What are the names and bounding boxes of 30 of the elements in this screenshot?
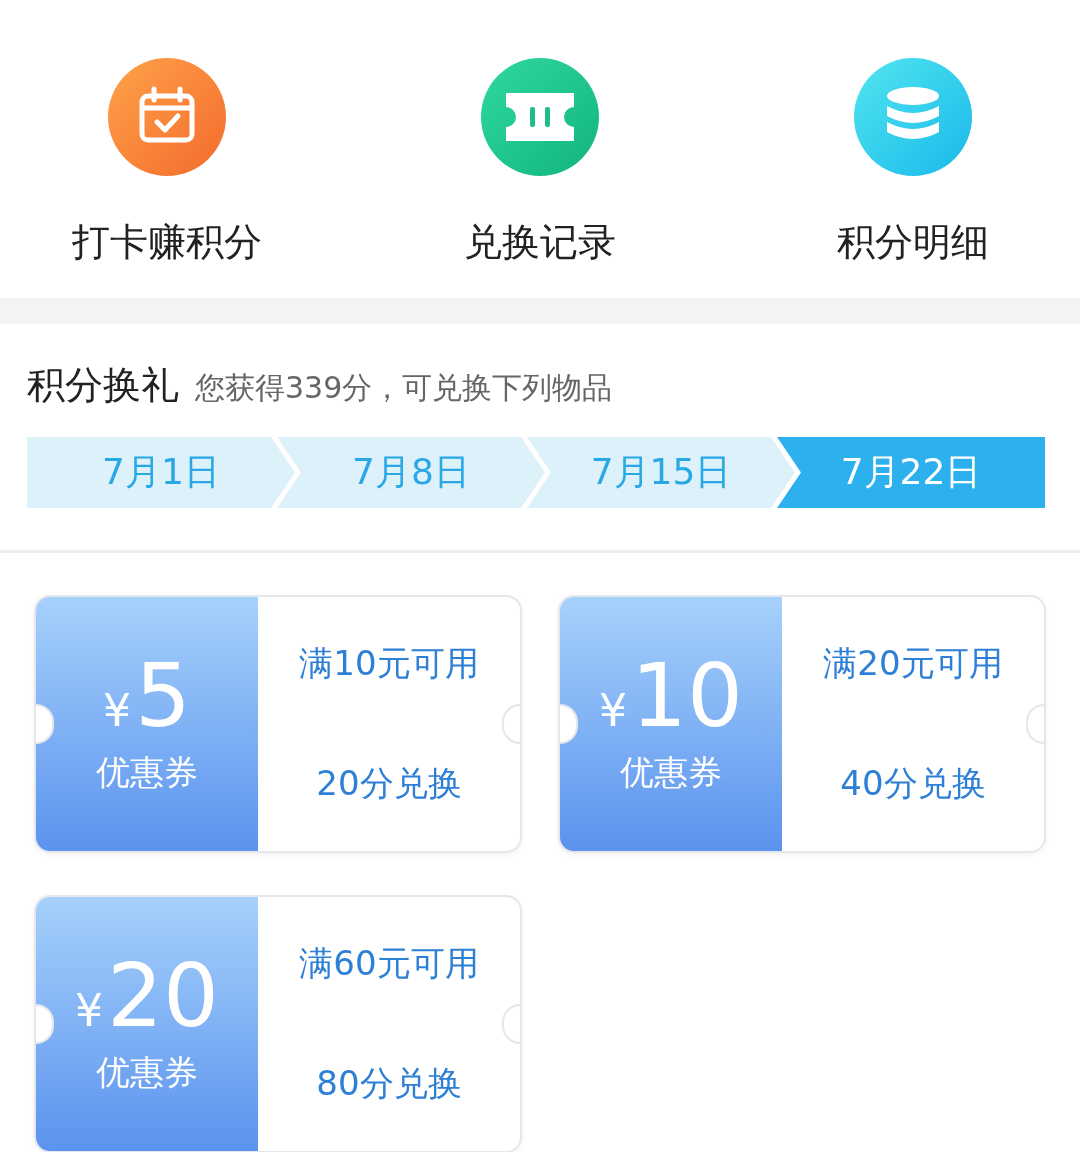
shortcut-label[interactable]: 兑换记录: [464, 222, 616, 264]
date-tab[interactable]: 7月8日: [277, 437, 545, 508]
coupon-notch: [1026, 704, 1044, 744]
coupon-name: 优惠券: [620, 751, 722, 794]
coupon-amount: 10: [631, 652, 743, 740]
coupon-card[interactable]: ¥20 优惠券 满60元可用 80分兑换: [34, 895, 522, 1152]
currency-symbol: ¥: [75, 985, 103, 1036]
coupon-cost[interactable]: 80分兑换: [316, 1061, 462, 1107]
points-summary: 您获得339分，可兑换下列物品: [195, 369, 613, 407]
coupon-card[interactable]: ¥5 优惠券 满10元可用 20分兑换: [34, 595, 522, 853]
coupon-cost[interactable]: 20分兑换: [316, 761, 462, 807]
shortcut-label[interactable]: 打卡赚积分: [71, 222, 262, 264]
coupon-amount: 5: [135, 652, 191, 740]
coupon-notch: [502, 704, 520, 744]
date-tab[interactable]: 7月15日: [527, 437, 795, 508]
coupon-name: 优惠券: [96, 1051, 198, 1094]
coupon-condition: 满20元可用: [823, 642, 1003, 685]
section-title: 积分换礼: [27, 362, 179, 409]
coupon-condition: 满10元可用: [299, 642, 479, 685]
date-tab[interactable]: 7月1日: [27, 437, 295, 508]
currency-symbol: ¥: [599, 685, 627, 736]
currency-symbol: ¥: [103, 685, 131, 736]
coupon-card[interactable]: ¥10 优惠券 满20元可用 40分兑换: [558, 595, 1046, 853]
coupon-amount: 20: [107, 952, 219, 1040]
coupon-notch: [502, 1004, 520, 1044]
shortcut-label[interactable]: 积分明细: [837, 222, 990, 264]
coupon-condition: 满60元可用: [299, 942, 479, 985]
date-tab[interactable]: 7月22日: [777, 437, 1045, 508]
coupon-name: 优惠券: [96, 751, 198, 794]
coupon-cost[interactable]: 40分兑换: [840, 761, 986, 807]
